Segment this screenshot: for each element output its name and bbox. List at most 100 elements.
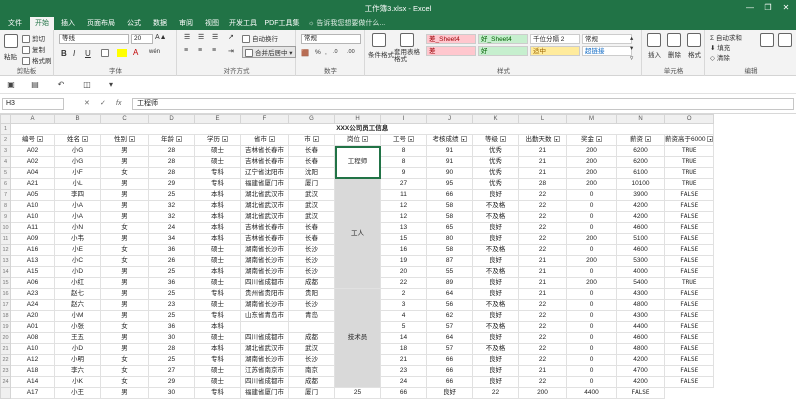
data-cell[interactable]: 21 xyxy=(518,145,567,157)
data-cell[interactable]: 良好 xyxy=(472,354,519,366)
format-cells-button[interactable]: 格式 xyxy=(688,49,701,59)
row-header[interactable]: 9 xyxy=(0,211,11,223)
data-cell[interactable]: 21 xyxy=(518,365,567,377)
data-cell[interactable]: 吉林省长春市 xyxy=(240,156,289,168)
fill-color-icon[interactable] xyxy=(117,49,127,57)
data-cell[interactable]: 0 xyxy=(566,299,617,311)
data-cell[interactable] xyxy=(288,321,335,333)
data-cell[interactable]: 硕士 xyxy=(194,255,241,267)
data-cell[interactable]: 4400 xyxy=(616,321,665,333)
data-cell[interactable]: 小N xyxy=(54,222,101,234)
column-title[interactable]: 学历 ▾ xyxy=(194,134,241,146)
font-name-select[interactable]: 等线 xyxy=(59,34,129,44)
row-header[interactable]: 10 xyxy=(0,222,11,234)
restore-button[interactable]: ❐ xyxy=(762,2,774,14)
data-cell[interactable]: 0 xyxy=(566,310,617,322)
data-cell[interactable]: 小G xyxy=(54,145,101,157)
filter-dropdown-icon[interactable]: ▾ xyxy=(596,136,602,143)
comma-button[interactable]: , xyxy=(325,49,327,56)
data-cell[interactable]: 本科 xyxy=(194,211,241,223)
data-cell[interactable]: 4800 xyxy=(616,343,665,355)
clear-button[interactable]: ◇ 清除 xyxy=(710,52,730,62)
data-cell[interactable]: 200 xyxy=(566,167,617,179)
data-cell[interactable]: 58 xyxy=(426,211,473,223)
filter-dropdown-icon[interactable]: ▾ xyxy=(222,136,228,143)
sort-filter-icon[interactable] xyxy=(760,33,774,47)
data-cell[interactable] xyxy=(240,321,289,333)
data-cell[interactable]: 长沙 xyxy=(288,244,335,256)
data-cell[interactable]: 22 xyxy=(518,321,567,333)
data-cell[interactable]: 不及格 xyxy=(472,343,519,355)
data-cell[interactable]: 女 xyxy=(100,354,149,366)
data-cell[interactable]: 4600 xyxy=(616,244,665,256)
column-title[interactable]: 市 ▾ xyxy=(288,134,335,146)
data-cell[interactable]: A11 xyxy=(10,222,55,234)
data-cell[interactable]: 5100 xyxy=(616,233,665,245)
tab-developer[interactable]: 开发工具 xyxy=(226,17,260,30)
row-header[interactable]: 8 xyxy=(0,200,11,212)
data-cell[interactable]: 不及格 xyxy=(472,244,519,256)
data-cell[interactable]: 成都 xyxy=(288,376,335,388)
data-cell[interactable]: 贵阳 xyxy=(288,288,335,300)
conditional-format-icon[interactable] xyxy=(372,33,386,47)
data-cell[interactable]: FALSE xyxy=(663,365,715,377)
filter-dropdown-icon[interactable]: ▾ xyxy=(362,136,368,143)
undo-icon[interactable]: ↶ xyxy=(56,80,66,90)
data-cell[interactable]: 24 xyxy=(148,222,195,234)
row-header[interactable]: 17 xyxy=(0,299,11,311)
data-cell[interactable]: 6200 xyxy=(616,145,665,157)
data-cell[interactable]: 0 xyxy=(566,266,617,278)
preview-icon[interactable]: ◫ xyxy=(82,80,92,90)
row-header[interactable]: 22 xyxy=(0,354,11,366)
data-cell[interactable]: 良好 xyxy=(472,233,519,245)
row-header[interactable]: 21 xyxy=(0,343,11,355)
data-cell[interactable]: A16 xyxy=(10,244,55,256)
border-icon[interactable] xyxy=(101,49,111,57)
data-cell[interactable]: 女 xyxy=(100,167,149,179)
data-cell[interactable]: 专科 xyxy=(194,310,241,322)
data-cell[interactable]: 男 xyxy=(100,343,149,355)
data-cell[interactable]: A23 xyxy=(10,288,55,300)
data-cell[interactable]: 吉林省长春市 xyxy=(240,145,289,157)
cell-style-option[interactable]: 千位分隔 2 xyxy=(530,34,580,44)
data-cell[interactable]: 小E xyxy=(54,244,101,256)
data-cell[interactable]: 27 xyxy=(380,178,427,190)
data-cell[interactable]: 女 xyxy=(100,255,149,267)
column-title[interactable]: 省市 ▾ xyxy=(240,134,289,146)
save-icon[interactable]: ▣ xyxy=(6,80,16,90)
data-cell[interactable]: 21 xyxy=(518,167,567,179)
data-cell[interactable]: 22 xyxy=(518,200,567,212)
data-cell[interactable]: A15 xyxy=(10,266,55,278)
data-cell[interactable]: 20 xyxy=(380,266,427,278)
row-header[interactable]: 11 xyxy=(0,233,11,245)
data-cell[interactable]: 30 xyxy=(148,387,195,399)
data-cell[interactable]: 200 xyxy=(566,233,617,245)
data-cell[interactable]: 本科 xyxy=(194,343,241,355)
data-cell[interactable]: 36 xyxy=(148,277,195,289)
column-title[interactable]: 薪资高于6000 ▾ xyxy=(663,134,715,146)
filter-dropdown-icon[interactable]: ▾ xyxy=(312,136,319,143)
column-title[interactable]: 奖金 ▾ xyxy=(566,134,617,146)
column-title[interactable]: 工号 ▾ xyxy=(380,134,427,146)
data-cell[interactable]: 男 xyxy=(100,233,149,245)
data-cell[interactable]: 贵州省贵阳市 xyxy=(240,288,289,300)
data-cell[interactable]: 长春 xyxy=(288,156,335,168)
data-cell[interactable]: 87 xyxy=(426,255,473,267)
data-cell[interactable]: 34 xyxy=(148,233,195,245)
number-format-select[interactable]: 常规 xyxy=(301,34,361,44)
data-cell[interactable]: 5400 xyxy=(616,277,665,289)
data-cell[interactable]: 0 xyxy=(566,321,617,333)
data-cell[interactable]: 55 xyxy=(426,266,473,278)
row-header[interactable]: 2 xyxy=(0,134,11,146)
data-cell[interactable]: A10 xyxy=(10,343,55,355)
data-cell[interactable]: 22 xyxy=(518,354,567,366)
data-cell[interactable]: 4000 xyxy=(616,266,665,278)
data-cell[interactable]: 36 xyxy=(148,321,195,333)
column-title[interactable]: 姓名 ▾ xyxy=(54,134,101,146)
data-cell[interactable]: 62 xyxy=(426,310,473,322)
data-cell[interactable]: 专科 xyxy=(194,354,241,366)
data-cell[interactable]: TRUE xyxy=(663,167,715,179)
column-header[interactable]: F xyxy=(240,114,289,124)
data-cell[interactable]: 湖北省武汉市 xyxy=(240,343,289,355)
data-cell[interactable]: 4400 xyxy=(566,387,617,399)
